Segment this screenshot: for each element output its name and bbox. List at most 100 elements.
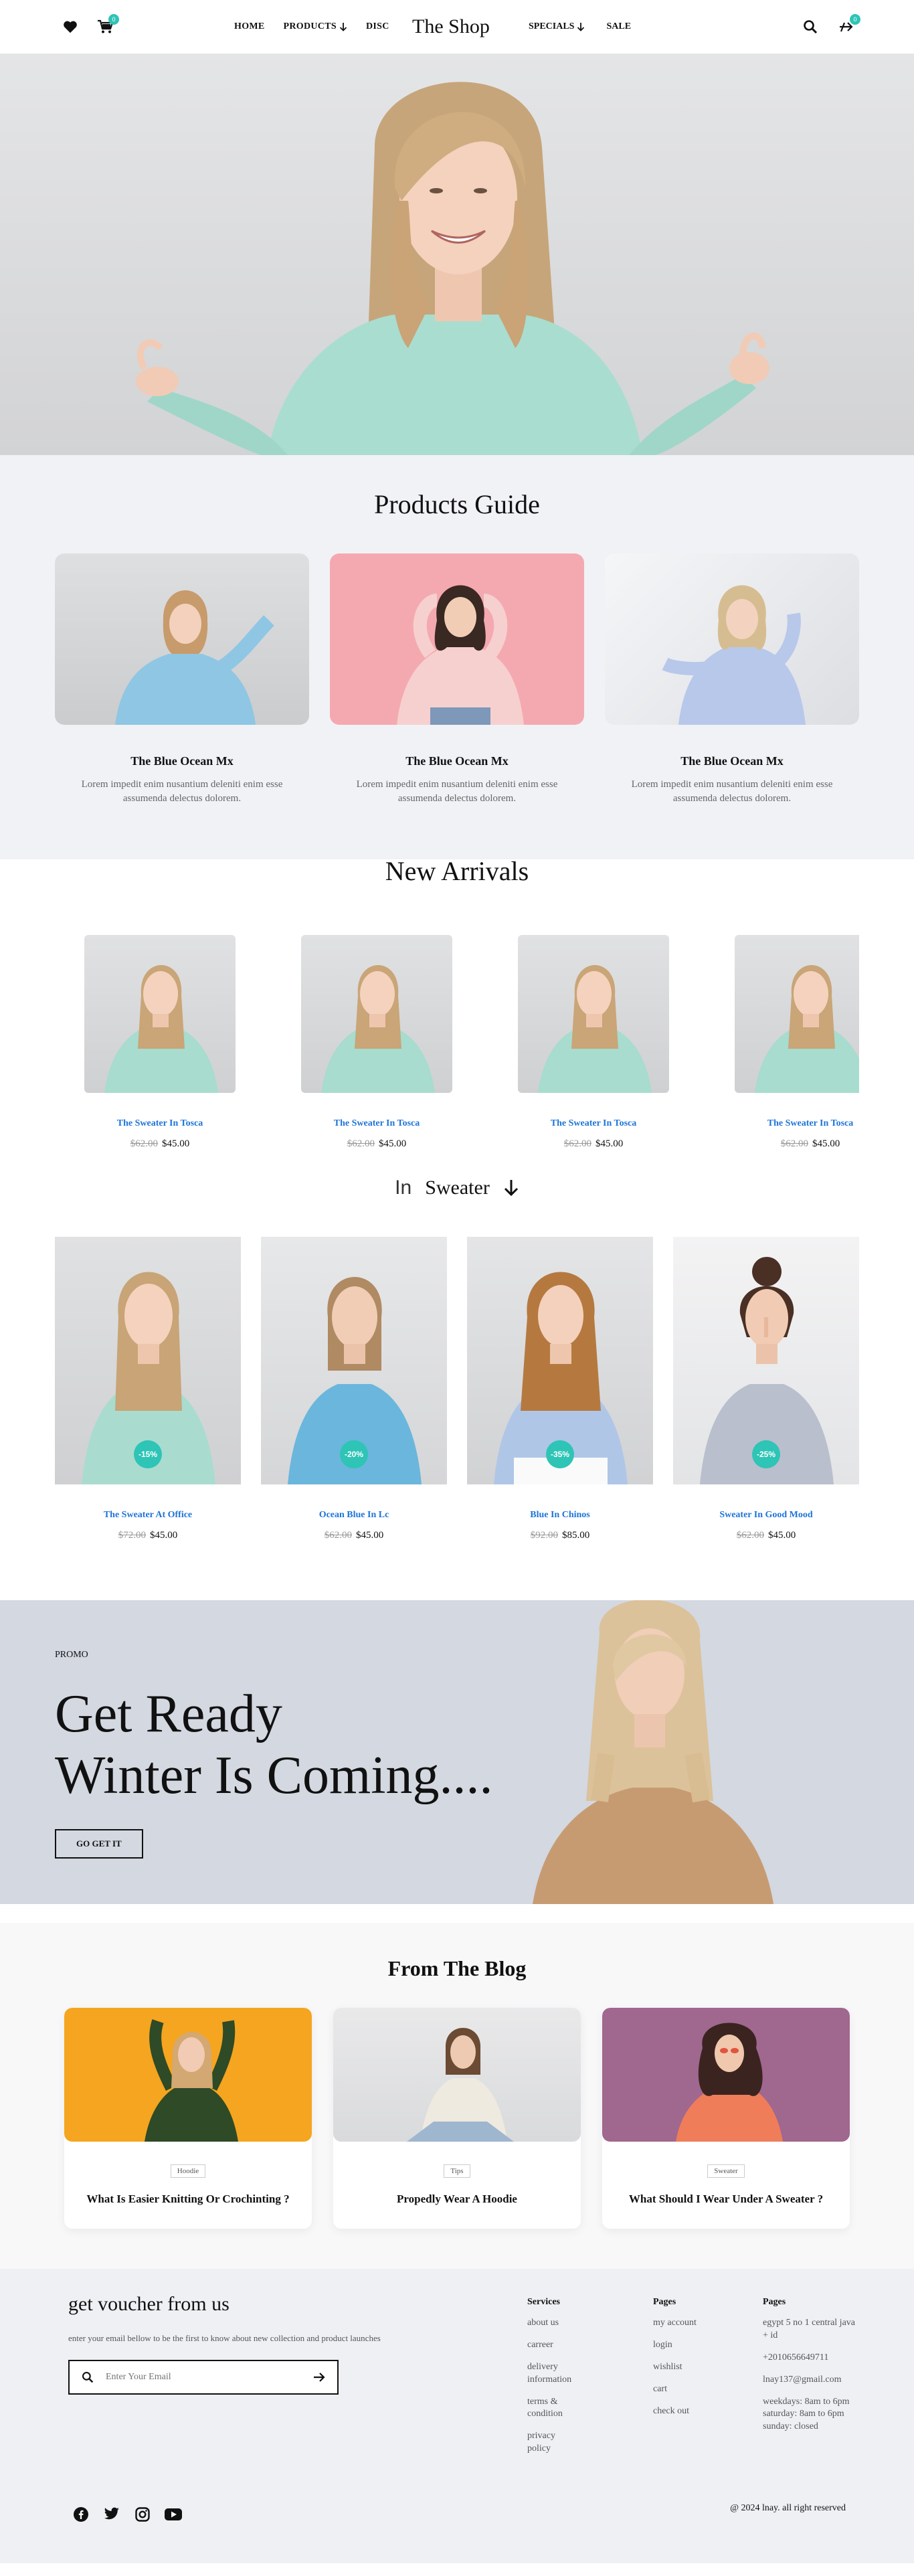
blog-card[interactable]: Tips Propedly Wear A Hoodie <box>333 2008 581 2229</box>
blog-title: From The Blog <box>387 1956 527 1980</box>
guide-card-image <box>55 553 309 725</box>
product-current-price: $45.00 <box>162 1138 190 1149</box>
guide-card-desc: Lorem impedit enim nusantium deleniti en… <box>631 779 833 804</box>
copyright-text: @ 2024 lnay. all right reserved <box>730 2503 846 2513</box>
promo-heading-line1: Get Ready <box>55 1685 282 1743</box>
blog-tag[interactable]: Hoodie <box>170 2164 206 2178</box>
promo-heading-line2: Winter Is Coming.... <box>55 1746 493 1805</box>
product-name[interactable]: Blue In Chinos <box>467 1510 653 1521</box>
guide-card[interactable]: The Blue Ocean Mx Lorem impedit enim nus… <box>55 553 309 806</box>
new-arrivals-section: New Arrivals The Sweater In Tosca $62.00… <box>0 855 914 1561</box>
product-price: $62.00 $45.00 <box>261 1530 447 1541</box>
category-selected: Sweater <box>425 1177 490 1199</box>
guide-card-image <box>605 553 859 725</box>
product-card[interactable]: The Sweater In Tosca $62.00 $45.00 <box>518 935 669 1150</box>
product-image: -35% <box>467 1237 653 1484</box>
nav-disc-label: DISC <box>365 21 389 31</box>
footer-link[interactable]: privacy policy <box>527 2430 581 2456</box>
product-current-price: $45.00 <box>596 1138 624 1149</box>
footer-link[interactable]: delivery information <box>527 2361 581 2387</box>
blog-card-title[interactable]: Propedly Wear A Hoodie <box>333 2193 581 2206</box>
guide-cards: The Blue Ocean Mx Lorem impedit enim nus… <box>55 553 859 806</box>
search-icon <box>82 2371 94 2383</box>
blog-card[interactable]: Hoodie What Is Easier Knitting Or Crochi… <box>64 2008 312 2229</box>
header-left-icons: 0 <box>62 14 119 35</box>
filter-prefix: In <box>395 1177 412 1199</box>
product-image <box>84 935 236 1093</box>
blog-card[interactable]: Sweater What Should I Wear Under A Sweat… <box>602 2008 850 2229</box>
product-price: $62.00 $45.00 <box>673 1530 859 1541</box>
product-name[interactable]: The Sweater In Tosca <box>518 1118 669 1129</box>
footer-link[interactable]: terms & condition <box>527 2396 581 2421</box>
youtube-icon[interactable] <box>165 2506 182 2523</box>
product-card[interactable]: The Sweater In Tosca $62.00 $45.00 <box>735 935 859 1150</box>
nav-sale[interactable]: SALE <box>606 21 631 32</box>
heart-icon[interactable] <box>62 18 79 35</box>
voucher-title: get voucher from us <box>68 2293 230 2315</box>
cart-count-badge: 0 <box>108 14 119 25</box>
facebook-icon[interactable] <box>72 2506 90 2523</box>
product-name[interactable]: Sweater In Good Mood <box>673 1510 859 1521</box>
footer-link[interactable]: cart <box>653 2383 700 2396</box>
guide-card-name: The Blue Ocean Mx <box>680 754 784 768</box>
blog-card-image <box>602 2008 850 2142</box>
products-guide-title: Products Guide <box>374 489 540 519</box>
product-card[interactable]: -35% Blue In Chinos $92.00 $85.00 <box>467 1237 653 1541</box>
product-old-price: $62.00 <box>736 1530 764 1541</box>
arrow-down-icon <box>339 23 347 31</box>
footer-pages: Pages my account login wishlist cart che… <box>653 2297 700 2427</box>
footer-link[interactable]: login <box>653 2339 700 2352</box>
product-card[interactable]: -15% The Sweater At Office $72.00 $45.00 <box>55 1237 241 1541</box>
product-old-price: $92.00 <box>530 1530 558 1541</box>
arrow-right-icon[interactable] <box>313 2372 325 2383</box>
instagram-icon[interactable] <box>134 2506 151 2523</box>
category-dropdown[interactable]: Sweater <box>425 1177 519 1199</box>
blog-tag[interactable]: Tips <box>444 2164 470 2178</box>
product-name[interactable]: Ocean Blue In Lc <box>261 1510 447 1521</box>
product-card[interactable]: -20% Ocean Blue In Lc $62.00 $45.00 <box>261 1237 447 1541</box>
email-input[interactable] <box>106 2372 301 2383</box>
cart-icon[interactable]: 0 <box>96 14 119 35</box>
footer-link[interactable]: about us <box>527 2317 581 2330</box>
footer-address: egypt 5 no 1 central java + id <box>763 2318 856 2340</box>
blog-card-title[interactable]: What Is Easier Knitting Or Crochinting ? <box>64 2193 312 2206</box>
footer-link[interactable]: my account <box>653 2317 700 2330</box>
twitter-icon[interactable] <box>103 2506 120 2523</box>
guide-card[interactable]: The Blue Ocean Mx Lorem impedit enim nus… <box>330 553 584 806</box>
compare-icon[interactable]: 0 <box>838 14 860 35</box>
product-current-price: $85.00 <box>562 1530 590 1541</box>
blog-card-image <box>64 2008 312 2142</box>
go-get-it-button[interactable]: GO GET IT <box>55 1829 143 1859</box>
nav-disc[interactable]: DISC <box>366 21 389 32</box>
search-icon[interactable] <box>802 18 819 35</box>
hero-model-image <box>136 82 769 455</box>
footer-link[interactable]: carreer <box>527 2339 581 2352</box>
footer-hours-saturday: saturday: 8am to 6pm <box>763 2409 844 2419</box>
new-arrivals-carousel[interactable]: The Sweater In Tosca $62.00 $45.00 The Sw… <box>0 935 859 1150</box>
product-card[interactable]: -25% Sweater In Good Mood $62.00 $45.00 <box>673 1237 859 1541</box>
compare-count-badge: 0 <box>850 14 860 25</box>
product-card[interactable]: The Sweater In Tosca $62.00 $45.00 <box>301 935 452 1150</box>
site-footer: get voucher from us enter your email bel… <box>0 2269 914 2563</box>
brand-logo[interactable]: The Shop <box>412 15 490 38</box>
footer-link[interactable]: wishlist <box>653 2361 700 2374</box>
footer-link[interactable]: check out <box>653 2405 700 2418</box>
guide-card[interactable]: The Blue Ocean Mx Lorem impedit enim nus… <box>605 553 859 806</box>
blog-card-title[interactable]: What Should I Wear Under A Sweater ? <box>602 2193 850 2206</box>
nav-products[interactable]: PRODUCTS <box>284 21 347 32</box>
nav-home[interactable]: HOME <box>234 21 265 32</box>
product-current-price: $45.00 <box>379 1138 407 1149</box>
footer-pages-title: Pages <box>653 2297 676 2307</box>
product-card[interactable]: The Sweater In Tosca $62.00 $45.00 <box>84 935 236 1150</box>
product-price: $62.00 $45.00 <box>84 1138 236 1150</box>
product-image: -20% <box>261 1237 447 1484</box>
product-name[interactable]: The Sweater In Tosca <box>735 1118 859 1129</box>
product-name[interactable]: The Sweater In Tosca <box>84 1118 236 1129</box>
product-current-price: $45.00 <box>768 1530 796 1541</box>
product-name[interactable]: The Sweater In Tosca <box>301 1118 452 1129</box>
nav-specials[interactable]: SPECIALS <box>529 21 585 32</box>
product-price: $62.00 $45.00 <box>518 1138 669 1150</box>
product-name[interactable]: The Sweater At Office <box>55 1510 241 1521</box>
blog-tag[interactable]: Sweater <box>707 2164 745 2178</box>
product-image <box>518 935 669 1093</box>
